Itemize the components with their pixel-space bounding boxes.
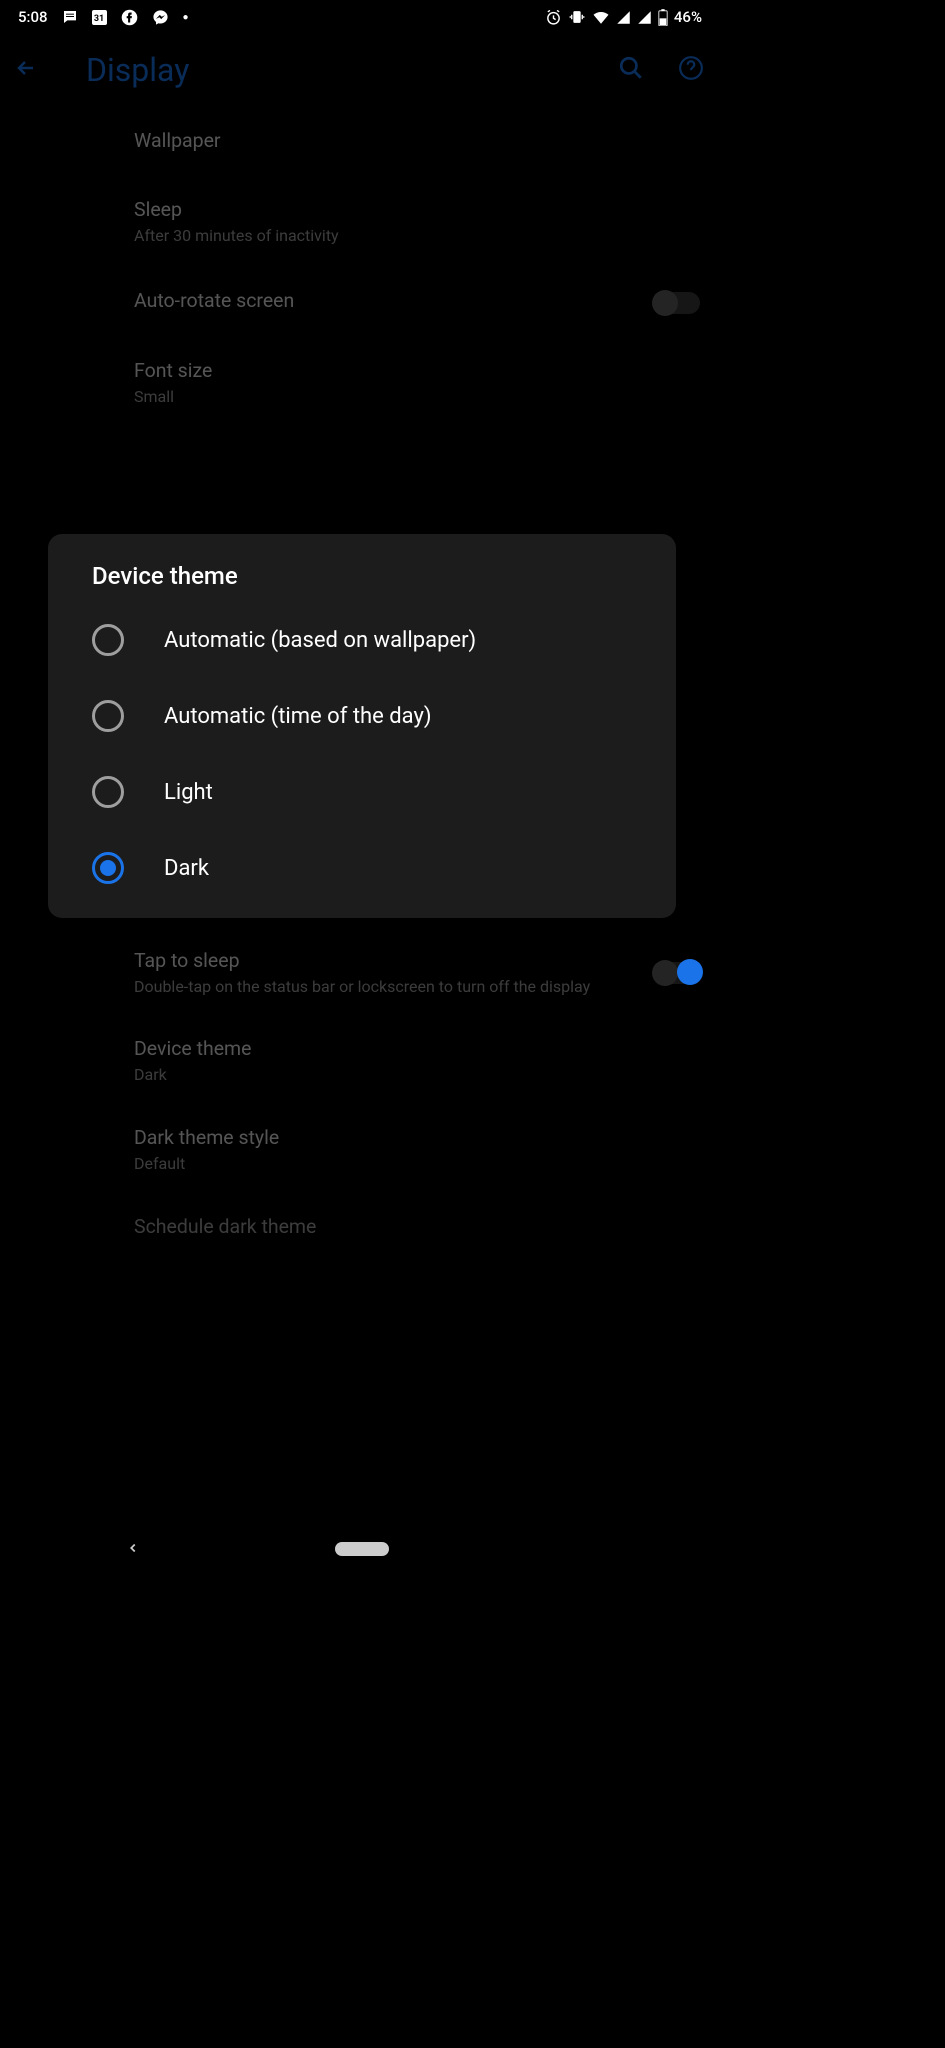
- device-theme-dialog: Device theme Automatic (based on wallpap…: [48, 534, 676, 918]
- nav-back-icon[interactable]: [126, 1540, 140, 1559]
- radio-icon: [92, 776, 124, 808]
- option-label: Automatic (time of the day): [164, 704, 432, 729]
- dialog-option-automatic-time[interactable]: Automatic (time of the day): [48, 678, 676, 754]
- dialog-title: Device theme: [48, 562, 676, 602]
- option-label: Dark: [164, 856, 209, 881]
- nav-bar: [0, 1528, 724, 1570]
- radio-icon: [92, 700, 124, 732]
- option-label: Light: [164, 780, 213, 805]
- radio-icon: [92, 624, 124, 656]
- dialog-option-dark[interactable]: Dark: [48, 830, 676, 906]
- radio-icon: [92, 852, 124, 884]
- dialog-scrim[interactable]: Device theme Automatic (based on wallpap…: [0, 0, 724, 1570]
- dialog-option-light[interactable]: Light: [48, 754, 676, 830]
- nav-home-pill[interactable]: [335, 1542, 389, 1556]
- option-label: Automatic (based on wallpaper): [164, 628, 476, 653]
- dialog-option-automatic-wallpaper[interactable]: Automatic (based on wallpaper): [48, 602, 676, 678]
